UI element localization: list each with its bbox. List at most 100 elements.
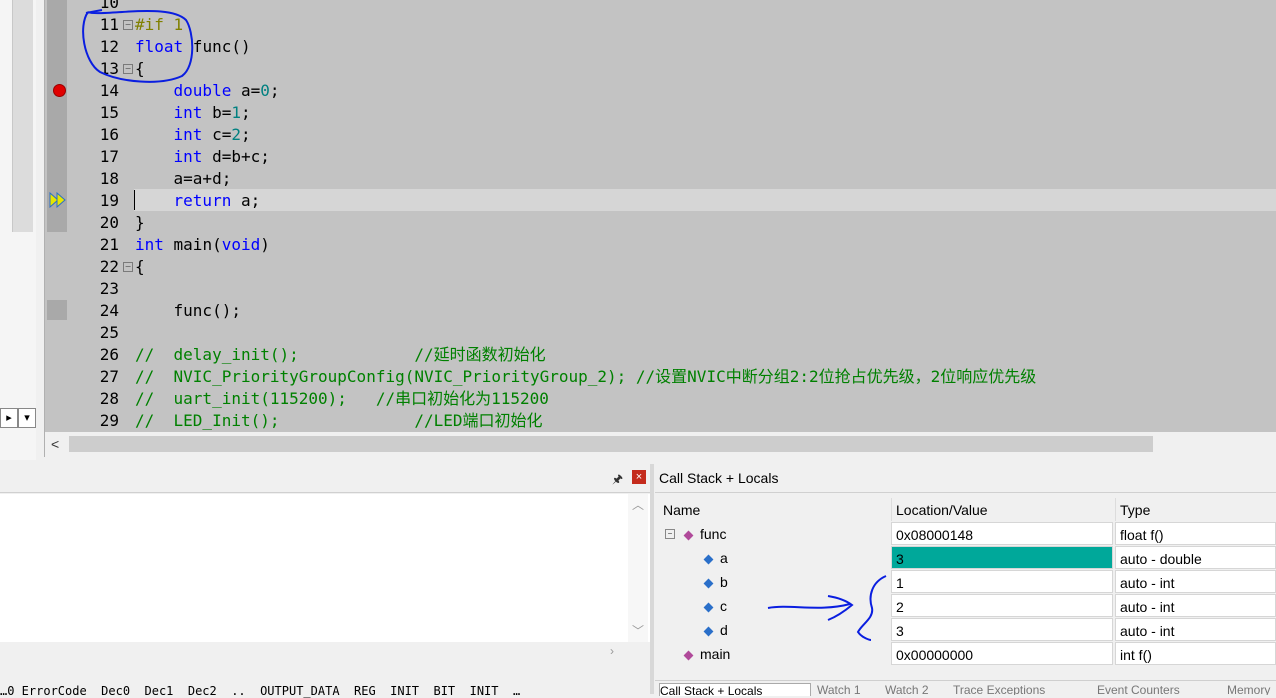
output-panel-body[interactable] (0, 494, 650, 642)
scroll-right-arrow-icon[interactable]: ▸ (0, 408, 18, 428)
value-cell[interactable]: 0x08000148 (891, 522, 1113, 545)
tab-watch-1[interactable]: Watch 1 (817, 683, 879, 695)
code-token: ) (260, 235, 270, 254)
code-token: 2 (231, 125, 241, 144)
code-text: float func() (135, 36, 251, 58)
pin-icon[interactable]: 🖈 (612, 470, 623, 491)
code-line[interactable]: 28 // uart_init(115200); //串口初始化为115200 (45, 388, 1276, 410)
editor-horizontal-scrollbar[interactable]: < (45, 432, 1276, 457)
code-line[interactable]: 12 float func() (45, 36, 1276, 58)
fold-toggle-icon[interactable]: − (123, 64, 133, 74)
tab-watch-2[interactable]: Watch 2 (885, 683, 947, 695)
code-token: int (173, 147, 203, 166)
code-line[interactable]: 10 (45, 0, 1276, 14)
code-line[interactable]: 23 (45, 278, 1276, 300)
var-name-wrap: b (703, 570, 728, 594)
code-token: func() (183, 37, 251, 56)
code-text: #if 1 (135, 14, 183, 36)
panel-splitter[interactable] (650, 464, 654, 694)
scroll-up-icon[interactable]: ︿ (632, 496, 644, 513)
line-number: 18 (99, 169, 119, 188)
line-number: 15 (99, 103, 119, 122)
code-line[interactable]: 14 double a=0; (45, 80, 1276, 102)
code-line[interactable]: 22−{ (45, 256, 1276, 278)
table-row[interactable]: a 3 auto - double (659, 546, 1276, 570)
code-token: } (135, 213, 145, 232)
value-cell[interactable]: 0x00000000 (891, 642, 1113, 665)
code-line[interactable]: 15 int b=1; (45, 102, 1276, 124)
var-name-cell: − func (659, 522, 893, 545)
bottom-tab-strip: Call Stack + Locals Watch 1 Watch 2 Trace E… (655, 680, 1276, 696)
table-row[interactable]: c 2 auto - int (659, 594, 1276, 618)
code-line[interactable]: 11− #if 1 (45, 14, 1276, 36)
code-line[interactable]: 17 int d=b+c; (45, 146, 1276, 168)
code-token: #if 1 (135, 15, 184, 34)
code-token: int (173, 103, 203, 122)
panel-title: Call Stack + Locals (655, 464, 1276, 493)
line-number: 14 (99, 81, 119, 100)
code-line[interactable]: 19 return a; (45, 190, 1276, 212)
value-cell[interactable]: 1 (891, 570, 1113, 593)
code-text: double a=0; (135, 80, 280, 102)
code-text: // uart_init(115200); //串口初始化为115200 (135, 388, 549, 410)
column-header-value[interactable]: Location/Value (891, 498, 1113, 521)
code-token: c= (202, 125, 232, 144)
table-row[interactable]: − func 0x08000148 float f() (659, 522, 1276, 546)
code-token: 1 (231, 103, 241, 122)
line-number: 26 (99, 345, 119, 364)
table-row[interactable]: b 1 auto - int (659, 570, 1276, 594)
code-line[interactable]: 24 func(); (45, 300, 1276, 322)
dropdown-arrow-icon[interactable]: ▾ (18, 408, 36, 428)
code-line[interactable]: 27 // NVIC_PriorityGroupConfig(NVIC_Prior… (45, 366, 1276, 388)
tab-memory[interactable]: Memory (1227, 683, 1271, 695)
tree-collapse-icon[interactable]: − (665, 529, 675, 539)
call-stack-locals-panel: Call Stack + Locals Name Location/Value … (655, 464, 1276, 694)
value-cell[interactable]: 3 (891, 618, 1113, 641)
scroll-thumb[interactable] (69, 436, 1153, 452)
line-number: 23 (99, 279, 119, 298)
output-text: …0 ErrorCode Dec0 Dec1 Dec2 .. OUTPUT_DA… (0, 684, 521, 698)
tab-event-counters[interactable]: Event Counters (1097, 683, 1221, 695)
variable-icon (703, 626, 714, 637)
code-editor[interactable]: 10 11− #if 1 12 float func() 13−{14 double a=… (44, 0, 1276, 457)
fold-toggle-icon[interactable]: − (123, 20, 133, 30)
output-horizontal-scrollbar[interactable]: › (0, 642, 628, 662)
fold-toggle-icon[interactable]: − (123, 262, 133, 272)
tab-trace-exceptions[interactable]: Trace Exceptions (953, 683, 1091, 695)
tab-call-stack-locals[interactable]: Call Stack + Locals (659, 683, 811, 696)
code-line[interactable]: 13−{ (45, 58, 1276, 80)
scroll-left-icon[interactable]: < (51, 436, 59, 452)
line-number: 25 (99, 323, 119, 342)
var-name: main (700, 646, 731, 662)
table-row[interactable]: d 3 auto - int (659, 618, 1276, 642)
left-pane-scrollbar[interactable] (12, 0, 33, 232)
column-header-type[interactable]: Type (1115, 498, 1276, 521)
code-line[interactable]: 16 int c=2; (45, 124, 1276, 146)
line-number: 19 (99, 191, 119, 210)
line-number: 22 (99, 257, 119, 276)
scroll-down-icon[interactable]: ﹀ (632, 622, 644, 639)
column-header-name[interactable]: Name (659, 498, 893, 521)
code-line[interactable]: 25 (45, 322, 1276, 344)
code-token: { (135, 59, 145, 78)
code-text: } (135, 212, 145, 234)
code-line[interactable]: 18 a=a+d; (45, 168, 1276, 190)
code-line[interactable]: 29 // LED_Init(); //LED端口初始化 (45, 410, 1276, 432)
code-line[interactable]: 21 int main(void) (45, 234, 1276, 256)
code-text: // delay_init(); //延时函数初始化 (135, 344, 546, 366)
output-vertical-scrollbar[interactable]: ︿ ﹀ (628, 494, 648, 642)
code-token: float (135, 37, 184, 56)
value-cell[interactable]: 2 (891, 594, 1113, 617)
value-cell[interactable]: 3 (891, 546, 1113, 569)
code-text: int b=1; (135, 102, 251, 124)
code-text: int c=2; (135, 124, 251, 146)
table-row[interactable]: main 0x00000000 int f() (659, 642, 1276, 666)
scroll-right-icon[interactable]: › (610, 644, 614, 658)
code-line[interactable]: 26 // delay_init(); //延时函数初始化 (45, 344, 1276, 366)
code-line[interactable]: 20} (45, 212, 1276, 234)
close-icon[interactable]: × (632, 470, 646, 484)
code-token: a= (231, 81, 261, 100)
